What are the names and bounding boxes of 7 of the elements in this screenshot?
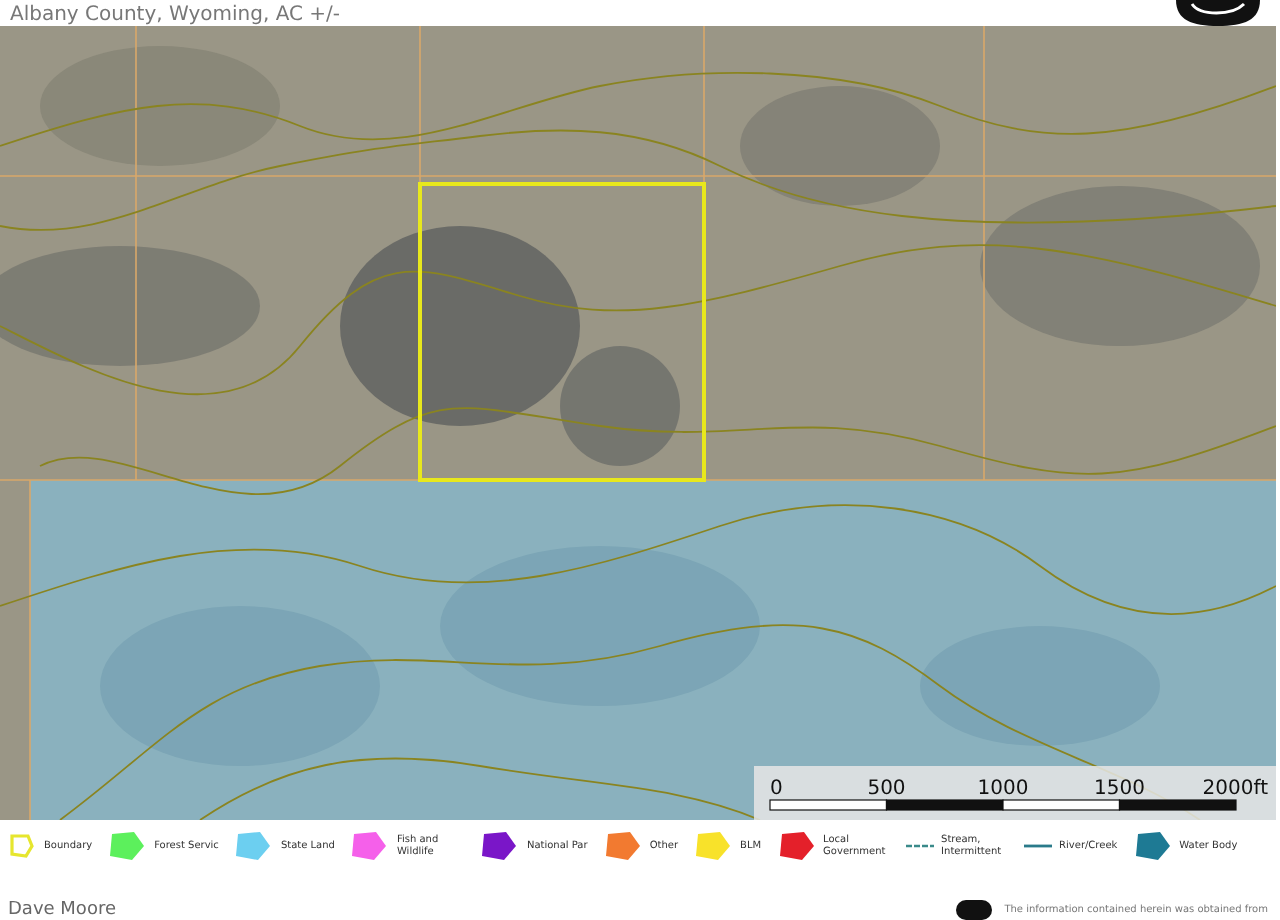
scale-label: 500 bbox=[867, 778, 906, 800]
scale-label: 2000ft bbox=[1202, 778, 1268, 800]
map-title: Albany County, Wyoming, AC +/- bbox=[10, 4, 340, 26]
scale-label: 0 bbox=[770, 778, 783, 800]
scale-label: 1000 bbox=[977, 778, 1029, 800]
agent-name: Dave Moore bbox=[8, 900, 116, 920]
scale-label: 1500 bbox=[1094, 778, 1145, 800]
